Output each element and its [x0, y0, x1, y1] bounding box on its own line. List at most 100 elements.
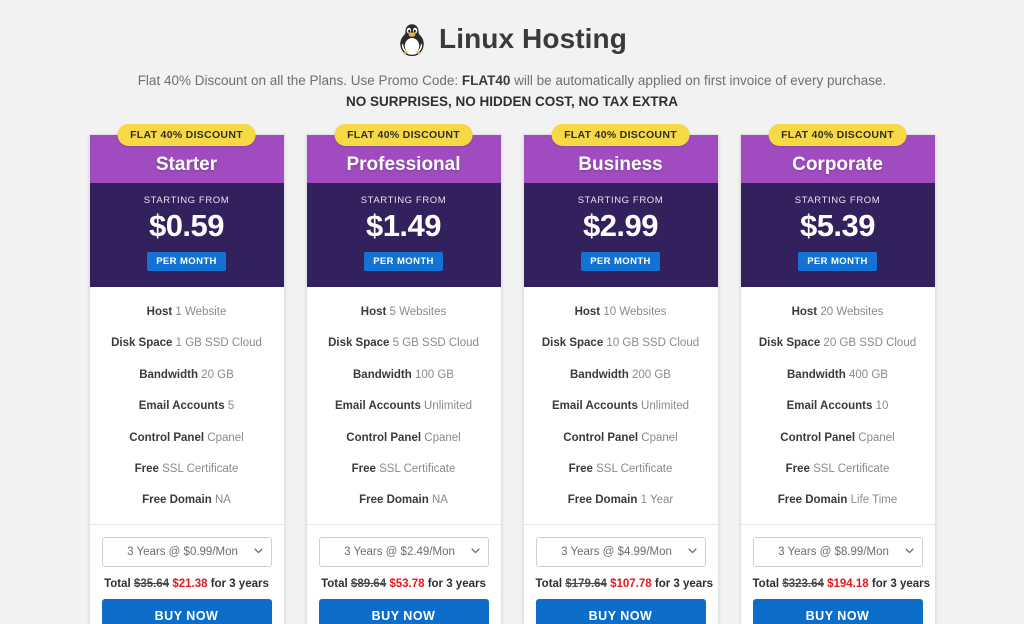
- total-suffix: for 3 years: [424, 578, 486, 591]
- card-footer: 3 Years @ $4.99/Mon Total $179.64 $107.7…: [524, 525, 718, 624]
- total-new-price: $107.78: [610, 578, 652, 591]
- feature-row: Free SSL Certificate: [98, 453, 276, 484]
- title-row: Linux Hosting: [0, 18, 1024, 60]
- term-select[interactable]: 3 Years @ $8.99/Mon: [752, 537, 923, 568]
- card-price-band: STARTING FROM $0.59 PER MONTH: [89, 182, 284, 287]
- term-select[interactable]: 3 Years @ $4.99/Mon: [535, 537, 706, 568]
- feature-value: Cpanel: [855, 431, 895, 444]
- feature-value: 10: [872, 400, 889, 413]
- feature-list: Host 5 Websites Disk Space 5 GB SSD Cloud…: [306, 287, 501, 526]
- total-word: Total: [321, 578, 351, 591]
- total-suffix: for 3 years: [868, 578, 931, 591]
- feature-value: Cpanel: [204, 431, 244, 444]
- term-select[interactable]: 3 Years @ $0.99/Mon: [101, 537, 272, 568]
- card-price-band: STARTING FROM $5.39 PER MONTH: [740, 182, 935, 287]
- feature-label: Email Accounts: [786, 400, 873, 413]
- card-footer: 3 Years @ $8.99/Mon Total $323.64 $194.1…: [741, 525, 935, 624]
- total-price-line: Total $35.64 $21.38 for 3 years: [102, 578, 272, 590]
- feature-row: Control Panel Cpanel: [749, 422, 927, 453]
- feature-label: Free Domain: [142, 494, 212, 507]
- feature-label: Disk Space: [328, 337, 390, 350]
- card-footer: 3 Years @ $0.99/Mon Total $35.64 $21.38 …: [90, 525, 284, 624]
- total-suffix: for 3 years: [651, 578, 714, 591]
- feature-value: 5: [224, 400, 235, 413]
- per-month-badge: PER MONTH: [364, 251, 443, 271]
- promo-line: Flat 40% Discount on all the Plans. Use …: [0, 71, 1024, 92]
- feature-label: Control Panel: [129, 431, 205, 444]
- total-old-price: $89.64: [350, 578, 387, 591]
- feature-row: Control Panel Cpanel: [98, 422, 276, 453]
- feature-label: Bandwidth: [787, 368, 846, 381]
- starting-from-label: STARTING FROM: [577, 194, 664, 206]
- feature-row: Free Domain NA: [98, 485, 276, 516]
- feature-row: Disk Space 1 GB SSD Cloud: [98, 328, 276, 359]
- term-select[interactable]: 3 Years @ $2.49/Mon: [318, 537, 489, 568]
- feature-row: Free SSL Certificate: [749, 453, 927, 484]
- feature-row: Free Domain NA: [315, 485, 493, 516]
- total-price-line: Total $179.64 $107.78 for 3 years: [535, 578, 714, 591]
- buy-now-button[interactable]: BUY NOW: [752, 599, 923, 624]
- feature-value: SSL Certificate: [592, 462, 673, 475]
- feature-value: 5 Websites: [386, 306, 447, 319]
- total-word: Total: [535, 578, 566, 591]
- feature-value: 10 GB SSD Cloud: [603, 337, 700, 350]
- feature-row: Bandwidth 100 GB: [315, 359, 493, 390]
- total-suffix: for 3 years: [207, 578, 269, 591]
- feature-value: 100 GB: [411, 368, 454, 381]
- discount-badge: FLAT 40% DISCOUNT: [551, 123, 690, 146]
- feature-row: Free SSL Certificate: [315, 453, 493, 484]
- feature-label: Disk Space: [541, 337, 604, 350]
- feature-label: Free Domain: [359, 494, 429, 507]
- pricing-cards: FLAT 40% DISCOUNT Starter STARTING FROM …: [0, 123, 1024, 624]
- feature-value: NA: [428, 494, 448, 507]
- page-title: Linux Hosting: [439, 23, 627, 54]
- feature-row: Free SSL Certificate: [532, 453, 710, 484]
- total-price-line: Total $323.64 $194.18 for 3 years: [753, 578, 931, 591]
- term-select-wrap: 3 Years @ $2.49/Mon: [318, 537, 489, 568]
- tux-penguin-icon: [397, 22, 427, 56]
- total-old-price: $179.64: [565, 578, 607, 591]
- term-select-wrap: 3 Years @ $8.99/Mon: [752, 537, 923, 568]
- feature-row: Disk Space 5 GB SSD Cloud: [315, 328, 493, 359]
- feature-row: Free Domain Life Time: [749, 485, 927, 516]
- feature-value: SSL Certificate: [809, 462, 890, 475]
- total-old-price: $323.64: [782, 578, 824, 591]
- feature-label: Host: [791, 306, 818, 319]
- per-month-badge: PER MONTH: [581, 251, 660, 271]
- feature-label: Email Accounts: [552, 400, 638, 413]
- feature-row: Bandwidth 20 GB: [98, 359, 276, 390]
- feature-row: Bandwidth 400 GB: [749, 359, 927, 390]
- feature-list: Host 10 Websites Disk Space 10 GB SSD Clo…: [523, 287, 718, 526]
- feature-value: 1 Website: [172, 306, 227, 319]
- pricing-card-professional: FLAT 40% DISCOUNT Professional STARTING …: [305, 123, 502, 624]
- feature-label: Control Panel: [346, 431, 422, 444]
- feature-row: Email Accounts 10: [749, 391, 927, 422]
- buy-now-button[interactable]: BUY NOW: [535, 599, 706, 624]
- pricing-page: Linux Hosting Flat 40% Discount on all t…: [0, 0, 1024, 624]
- card-price-band: STARTING FROM $2.99 PER MONTH: [523, 182, 718, 287]
- feature-list: Host 1 Website Disk Space 1 GB SSD Cloud B…: [89, 287, 284, 526]
- feature-label: Free: [351, 462, 376, 475]
- feature-label: Email Accounts: [138, 400, 225, 413]
- buy-now-button[interactable]: BUY NOW: [318, 599, 489, 624]
- feature-value: Unlimited: [420, 400, 472, 413]
- pricing-card-starter: FLAT 40% DISCOUNT Starter STARTING FROM …: [88, 123, 285, 624]
- feature-row: Disk Space 10 GB SSD Cloud: [532, 328, 710, 359]
- feature-row: Email Accounts 5: [98, 391, 276, 422]
- feature-label: Free: [568, 462, 593, 475]
- feature-row: Email Accounts Unlimited: [315, 391, 493, 422]
- buy-now-button[interactable]: BUY NOW: [101, 599, 272, 624]
- per-month-badge: PER MONTH: [798, 251, 877, 271]
- discount-badge: FLAT 40% DISCOUNT: [334, 123, 473, 146]
- feature-value: SSL Certificate: [158, 462, 239, 475]
- per-month-badge: PER MONTH: [147, 251, 226, 271]
- feature-label: Free: [785, 462, 810, 475]
- feature-row: Free Domain 1 Year: [532, 485, 710, 516]
- feature-label: Host: [574, 306, 601, 319]
- feature-label: Disk Space: [111, 337, 173, 350]
- discount-badge: FLAT 40% DISCOUNT: [768, 123, 907, 146]
- plan-price: $0.59: [148, 207, 225, 243]
- total-price-line: Total $89.64 $53.78 for 3 years: [319, 578, 489, 590]
- feature-label: Host: [360, 306, 387, 319]
- plan-price: $5.39: [799, 207, 876, 243]
